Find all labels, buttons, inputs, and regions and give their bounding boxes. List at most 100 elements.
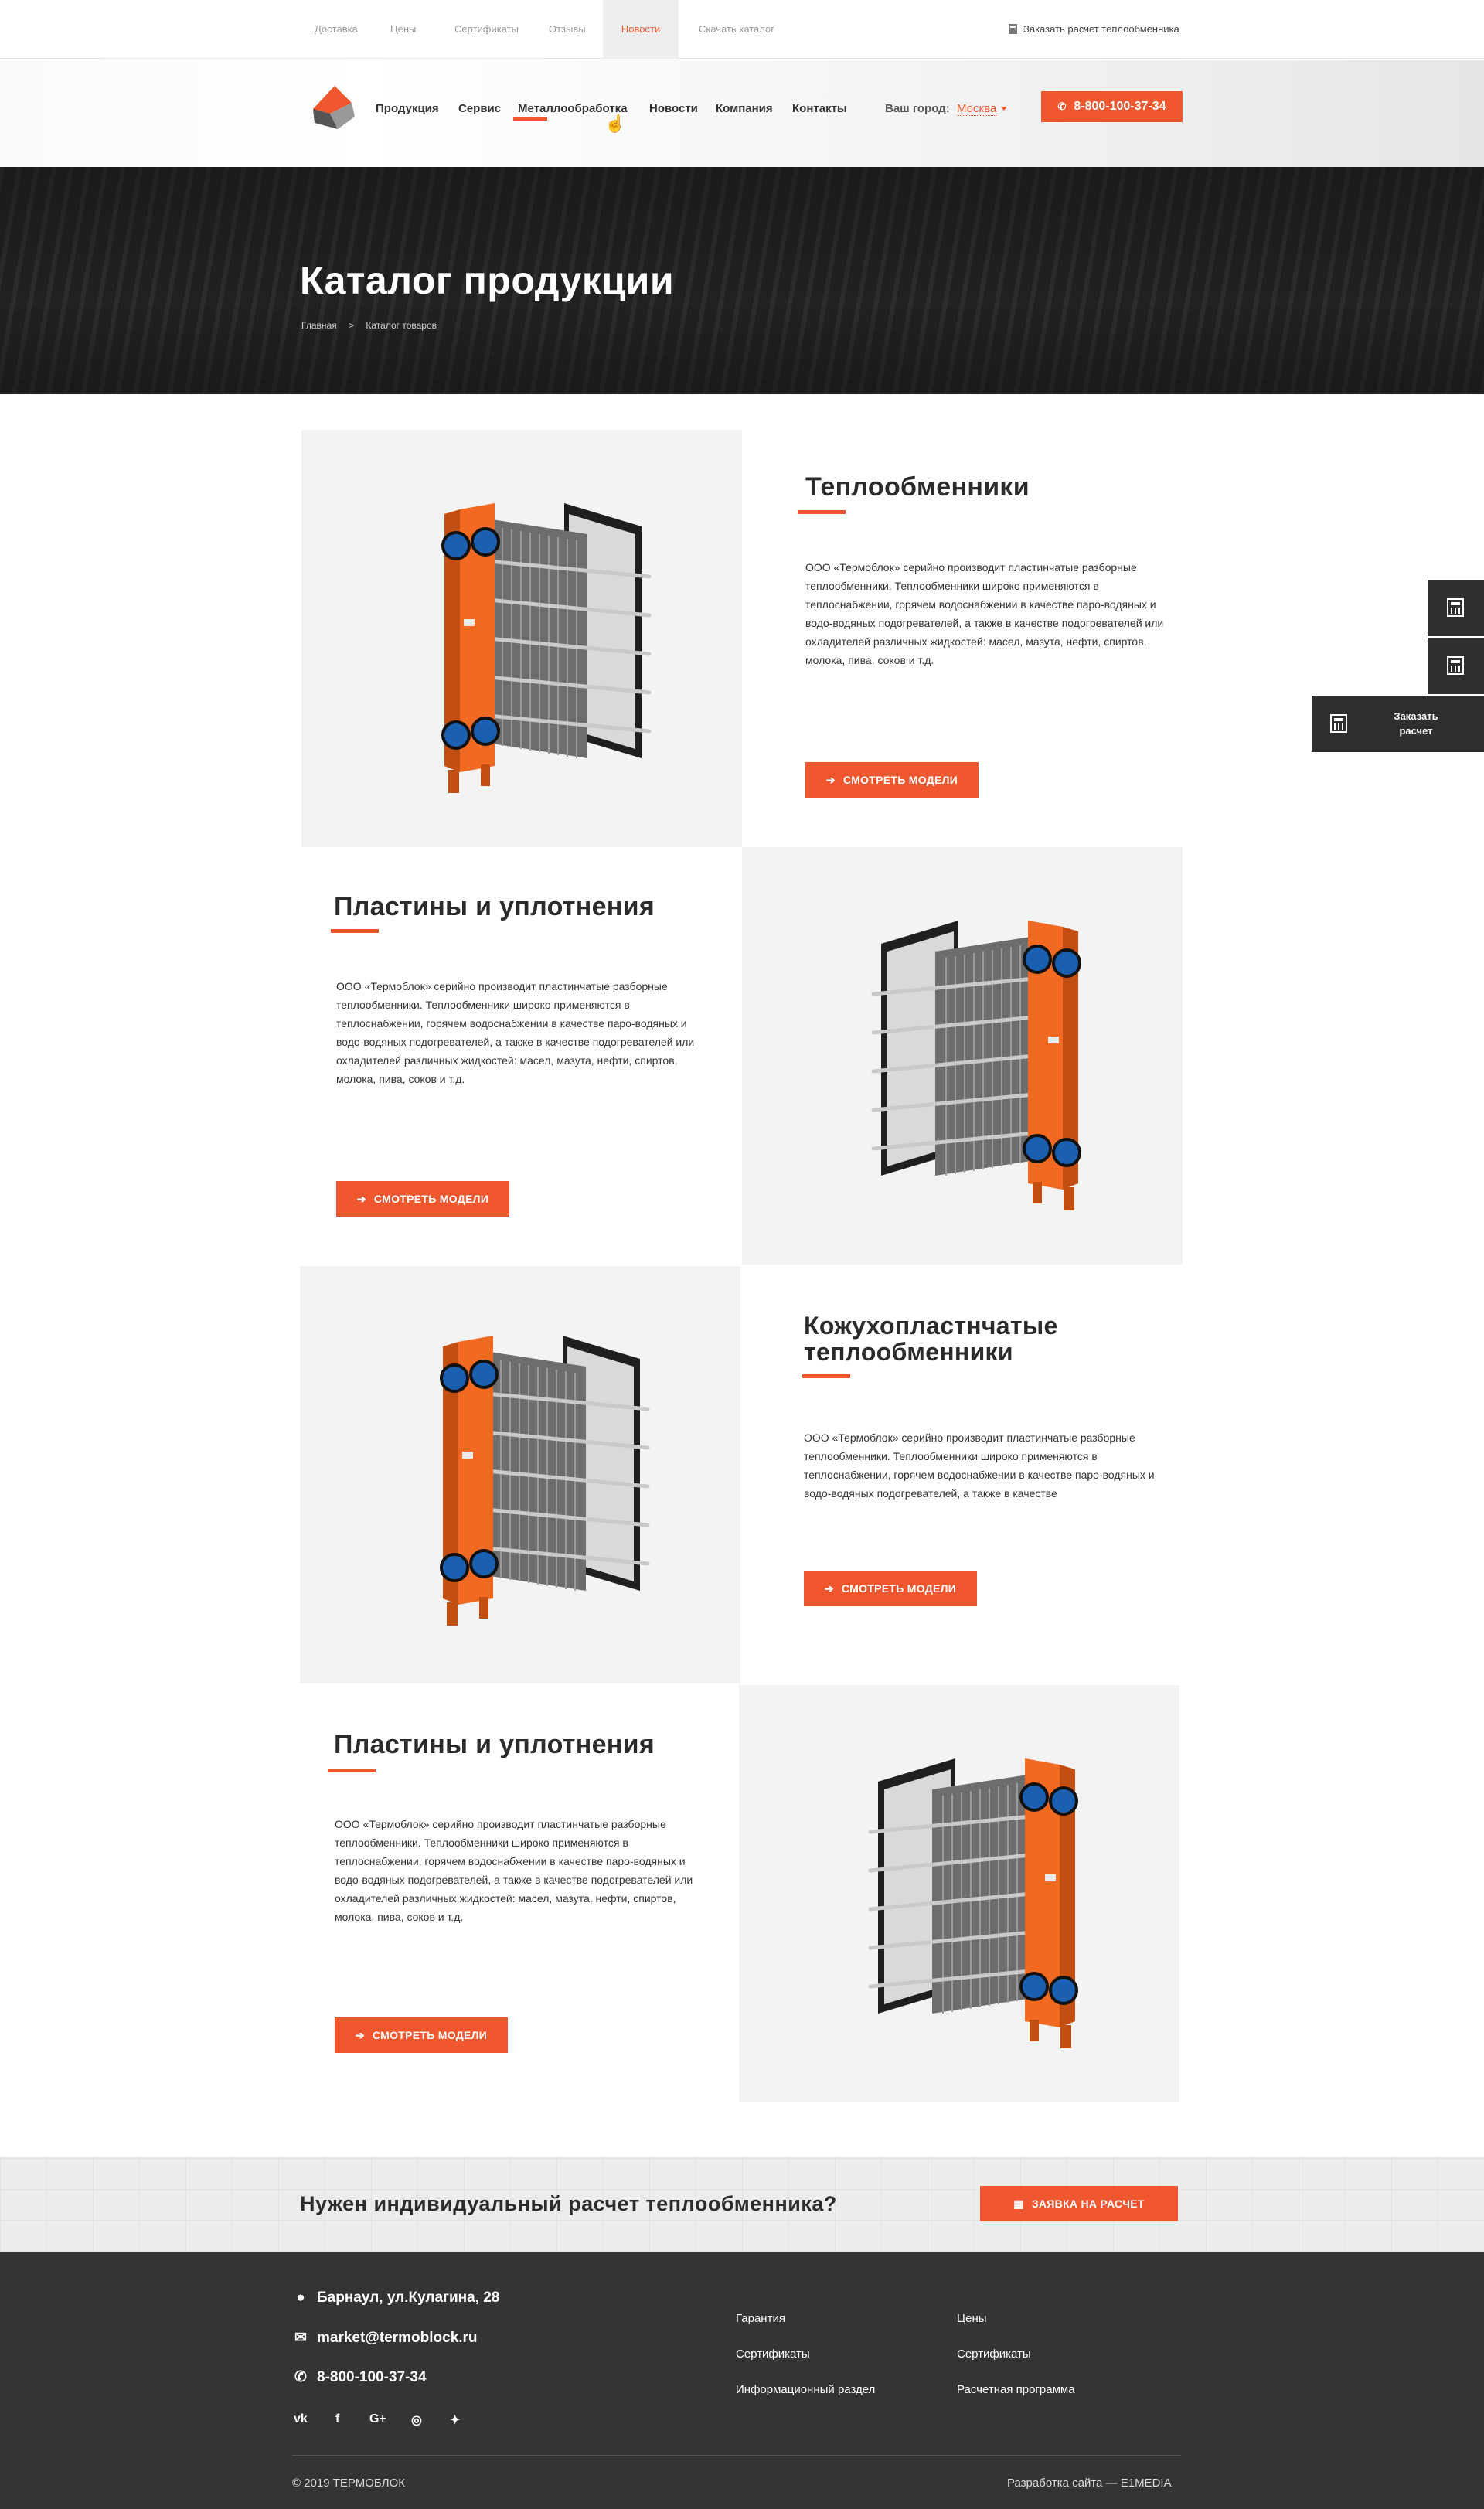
breadcrumb: Главная > Каталог товаров (301, 320, 446, 331)
side-order-label-line-1: Заказать (1394, 710, 1438, 722)
view-models-button-1[interactable]: ➔ СМОТРЕТЬ МОДЕЛИ (805, 762, 979, 798)
catalog-description-3: ООО «Термоблок» серийно производит пласт… (804, 1432, 1155, 1500)
header-phone-button[interactable]: ✆ 8-800-100-37-34 (1041, 91, 1183, 122)
main-header: Продукция Сервис Металлообработка Новост… (0, 60, 1484, 167)
view-models-label: СМОТРЕТЬ МОДЕЛИ (373, 1193, 489, 1205)
footer-address: ● Барнаул, ул.Кулагина, 28 (292, 2289, 499, 2306)
calculator-icon (1447, 598, 1464, 617)
top-link-news[interactable]: Новости (603, 0, 679, 59)
request-calculation-button[interactable]: ▦ ЗАЯВКА НА РАСЧЕТ (980, 2186, 1178, 2221)
heat-exchanger-image (300, 1266, 740, 1683)
hero-overlay (0, 167, 1484, 394)
catalog-image-3[interactable] (300, 1266, 740, 1683)
nav-news[interactable]: Новости (649, 102, 698, 115)
city-label: Ваш город: (885, 102, 950, 115)
calculator-icon (1009, 24, 1017, 34)
catalog-description-2: ООО «Термоблок» серийно производит пласт… (336, 980, 695, 1085)
catalog-title-3-line-2: теплообменники (804, 1338, 1013, 1366)
heat-exchanger-image (739, 1685, 1179, 2102)
footer-link-info-section[interactable]: Информационный раздел (736, 2383, 875, 2396)
city-select[interactable]: Москва (957, 102, 997, 116)
top-link-delivery[interactable]: Доставка (307, 0, 366, 59)
footer-link-certificates[interactable]: Сертификаты (736, 2347, 810, 2361)
calculator-icon (1447, 656, 1464, 675)
catalog-title-4-line-1: Пластины и уплотнения (334, 1730, 655, 1759)
footer-link-warranty[interactable]: Гарантия (736, 2312, 785, 2325)
nav-active-underline (513, 117, 547, 121)
catalog-text-1: Теплообменники ООО «Термоблок» серийно п… (742, 430, 1183, 847)
heat-exchanger-image (301, 430, 742, 847)
breadcrumb-separator: > (349, 320, 355, 331)
footer-email-text: market@termoblock.ru (317, 2330, 478, 2346)
twitter-icon[interactable]: ✦ (450, 2412, 460, 2428)
catalog-text-2: Пластины и уплотнения ООО «Термоблок» се… (301, 847, 742, 1265)
arrow-right-icon: ➔ (825, 774, 836, 786)
request-calculation-label: ЗАЯВКА НА РАСЧЕТ (1031, 2198, 1145, 2210)
nav-service[interactable]: Сервис (458, 102, 501, 115)
view-models-label: СМОТРЕТЬ МОДЕЛИ (842, 774, 958, 786)
footer-link-calc-program[interactable]: Расчетная программа (957, 2383, 1075, 2396)
view-models-button-3[interactable]: ➔ СМОТРЕТЬ МОДЕЛИ (804, 1571, 977, 1606)
side-order-label: Заказать расчет (1389, 709, 1443, 738)
footer-email[interactable]: ✉ market@termoblock.ru (292, 2329, 478, 2347)
nav-company[interactable]: Компания (716, 102, 773, 115)
breadcrumb-home[interactable]: Главная (301, 320, 337, 331)
breadcrumb-current: Каталог товаров (366, 320, 437, 331)
catalog-image-1[interactable] (301, 430, 742, 847)
phone-icon: ✆ (294, 2369, 307, 2385)
nav-products[interactable]: Продукция (376, 102, 439, 115)
side-order-label-line-2: расчет (1399, 725, 1433, 737)
top-bar: Доставка Цены Сертификаты Отзывы Новости… (0, 0, 1484, 59)
order-calculation-link[interactable]: Заказать расчет теплообменника (1009, 0, 1179, 59)
view-models-button-4[interactable]: ➔ СМОТРЕТЬ МОДЕЛИ (335, 2017, 508, 2053)
catalog-title-3-line-1: Кожухопластнчатые (804, 1312, 1058, 1340)
side-order-calculation-button[interactable]: Заказать расчет (1312, 696, 1484, 752)
footer-phone[interactable]: ✆ 8-800-100-37-34 (292, 2368, 427, 2386)
map-pin-icon: ● (296, 2289, 305, 2306)
facebook-icon[interactable]: f (335, 2412, 339, 2426)
catalog-description-1: ООО «Термоблок» серийно производит пласт… (805, 561, 1164, 666)
arrow-right-icon: ➔ (355, 2029, 365, 2041)
heat-exchanger-image (742, 847, 1183, 1265)
catalog-title-4[interactable]: Пластины и уплотнения (334, 1731, 655, 1758)
catalog-title-2-line-1: Пластины и уплотнения (334, 892, 655, 921)
footer: ● Барнаул, ул.Кулагина, 28 ✉ market@termob… (0, 2252, 1484, 2509)
top-link-prices[interactable]: Цены (383, 0, 424, 59)
top-link-download-catalog[interactable]: Скачать каталог (691, 0, 782, 59)
catalog-title-2[interactable]: Пластины и уплотнения (334, 894, 655, 920)
instagram-icon[interactable]: ◎ (411, 2412, 422, 2428)
catalog-title-1[interactable]: Теплообменники (805, 474, 1030, 500)
footer-divider (292, 2455, 1181, 2456)
catalog-description-4: ООО «Термоблок» серийно производит пласт… (335, 1818, 693, 1923)
view-models-label: СМОТРЕТЬ МОДЕЛИ (372, 2029, 488, 2041)
logo[interactable] (307, 83, 358, 132)
nav-contacts[interactable]: Контакты (792, 102, 847, 115)
vk-icon[interactable]: vk (294, 2412, 308, 2426)
arrow-right-icon: ➔ (356, 1193, 366, 1205)
google-plus-icon[interactable]: G+ (369, 2412, 386, 2426)
side-calculator-button-1[interactable] (1428, 580, 1484, 636)
footer-link-certificates-2[interactable]: Сертификаты (957, 2347, 1031, 2361)
envelope-icon: ✉ (294, 2330, 307, 2346)
catalog-image-4[interactable] (739, 1685, 1179, 2102)
header-phone-number: 8-800-100-37-34 (1074, 100, 1166, 113)
catalog-title-3[interactable]: Кожухопластнчатые теплообменники (804, 1312, 1058, 1365)
top-link-reviews[interactable]: Отзывы (541, 0, 594, 59)
title-accent-bar (331, 929, 379, 933)
top-link-certificates[interactable]: Сертификаты (447, 0, 526, 59)
catalog-text-4: Пластины и уплотнения ООО «Термоблок» се… (300, 1685, 740, 2102)
view-models-button-2[interactable]: ➔ СМОТРЕТЬ МОДЕЛИ (336, 1181, 509, 1217)
footer-address-text: Барнаул, ул.Кулагина, 28 (317, 2289, 500, 2306)
pointer-cursor-icon: ☝ (604, 114, 626, 133)
footer-link-prices[interactable]: Цены (957, 2312, 987, 2325)
cta-title: Нужен индивидуальный расчет теплообменни… (300, 2192, 837, 2215)
view-models-label: СМОТРЕТЬ МОДЕЛИ (841, 1582, 957, 1595)
title-accent-bar (802, 1374, 850, 1378)
footer-phone-text: 8-800-100-37-34 (317, 2369, 427, 2385)
developer-credit[interactable]: Разработка сайта — E1MEDIA (1007, 2477, 1172, 2490)
calculator-icon (1330, 714, 1347, 733)
title-accent-bar (798, 510, 846, 514)
page-title: Каталог продукции (300, 259, 675, 302)
catalog-image-2[interactable] (742, 847, 1183, 1265)
side-calculator-button-2[interactable] (1428, 638, 1484, 694)
